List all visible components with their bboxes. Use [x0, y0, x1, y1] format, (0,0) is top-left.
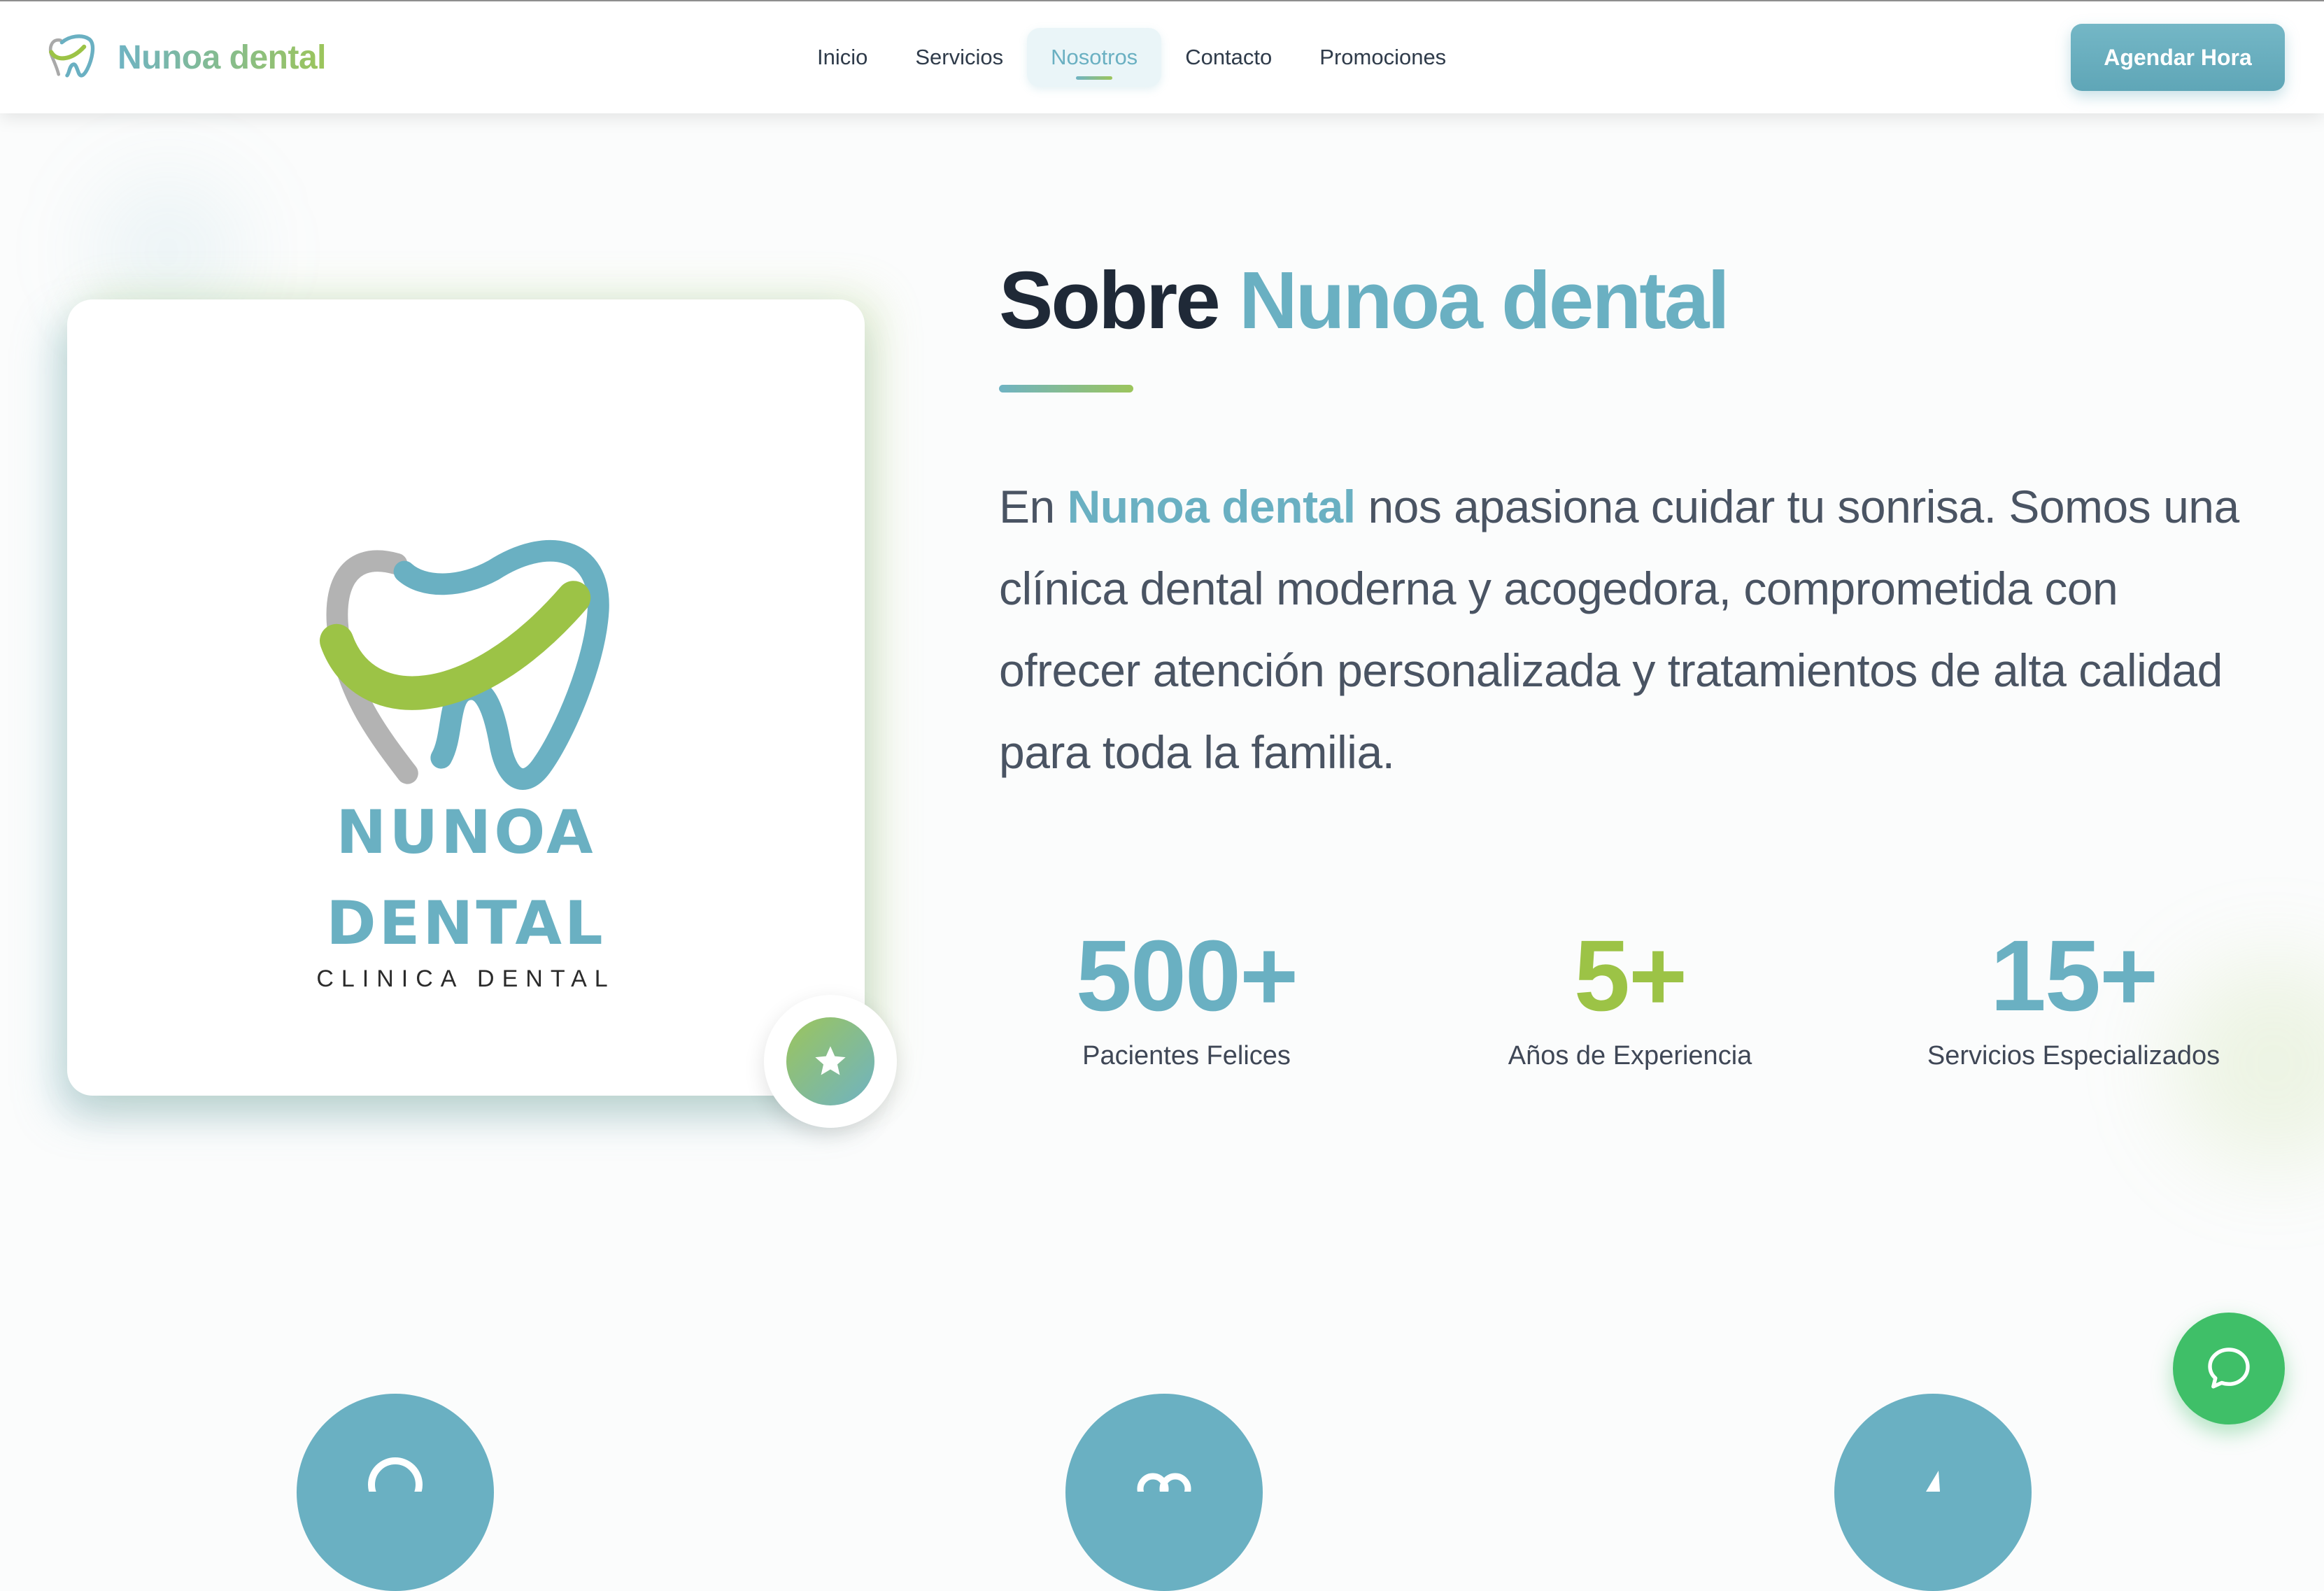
- feature-icon-circle: [1834, 1394, 2032, 1591]
- nav-link-servicios[interactable]: Servicios: [891, 28, 1027, 87]
- about-description: En Nunoa dental nos apasiona cuidar tu s…: [999, 466, 2258, 793]
- title-prefix: Sobre: [999, 255, 1221, 346]
- stat-value: 500+: [1075, 919, 1298, 1032]
- brand-name: Nunoa dental: [118, 38, 327, 76]
- feature-icon-circle: [1065, 1394, 1263, 1591]
- star-badge: [764, 995, 897, 1128]
- section-title: Sobre Nunoa dental: [999, 253, 1730, 347]
- top-navbar: Nunoa dental Inicio Servicios Nosotros C…: [0, 0, 2324, 113]
- stat-experience: 5+ Años de Experiencia: [1420, 917, 1840, 1071]
- tooth-logo-icon: [48, 34, 95, 78]
- nav-links: Inicio Servicios Nosotros Contacto Promo…: [793, 28, 1470, 87]
- logo-subtitle: CLINICA DENTAL: [316, 966, 616, 992]
- title-underline: [999, 385, 1133, 393]
- stat-value: 15+: [1990, 919, 2158, 1032]
- title-accent: Nunoa dental: [1238, 255, 1730, 346]
- feature-icon: [1137, 1473, 1191, 1492]
- stat-services: 15+ Servicios Especializados: [1864, 917, 2283, 1071]
- feature-icon-circle: [297, 1394, 494, 1591]
- logo-wordmark-line1: NUNOA: [336, 798, 596, 868]
- star-icon: [815, 1046, 846, 1075]
- brand-logo-link[interactable]: Nunoa dental: [45, 29, 327, 85]
- whatsapp-chat-button[interactable]: [2173, 1313, 2285, 1424]
- stat-patients: 500+ Pacientes Felices: [977, 917, 1396, 1071]
- logo-wordmark-line2: DENTAL: [326, 889, 606, 959]
- chat-bubble-icon: [2208, 1348, 2250, 1389]
- body-prefix: En: [999, 481, 1055, 532]
- body-brand: Nunoa dental: [1067, 481, 1356, 532]
- nav-link-inicio[interactable]: Inicio: [793, 28, 891, 87]
- agendar-hora-button[interactable]: Agendar Hora: [2071, 24, 2285, 91]
- nav-link-promociones[interactable]: Promociones: [1296, 28, 1470, 87]
- stat-label: Años de Experiencia: [1508, 1041, 1752, 1070]
- stat-label: Servicios Especializados: [1927, 1041, 2220, 1070]
- nav-link-contacto[interactable]: Contacto: [1161, 28, 1296, 87]
- stat-value: 5+: [1573, 919, 1687, 1032]
- clinic-logo-card: NUNOA DENTAL CLINICA DENTAL: [67, 299, 865, 1096]
- feature-icon: [368, 1457, 423, 1492]
- nav-link-nosotros[interactable]: Nosotros: [1027, 28, 1162, 87]
- tooth-logo-icon: [320, 539, 609, 790]
- stat-label: Pacientes Felices: [1082, 1041, 1291, 1070]
- feature-icon: [1926, 1471, 1940, 1492]
